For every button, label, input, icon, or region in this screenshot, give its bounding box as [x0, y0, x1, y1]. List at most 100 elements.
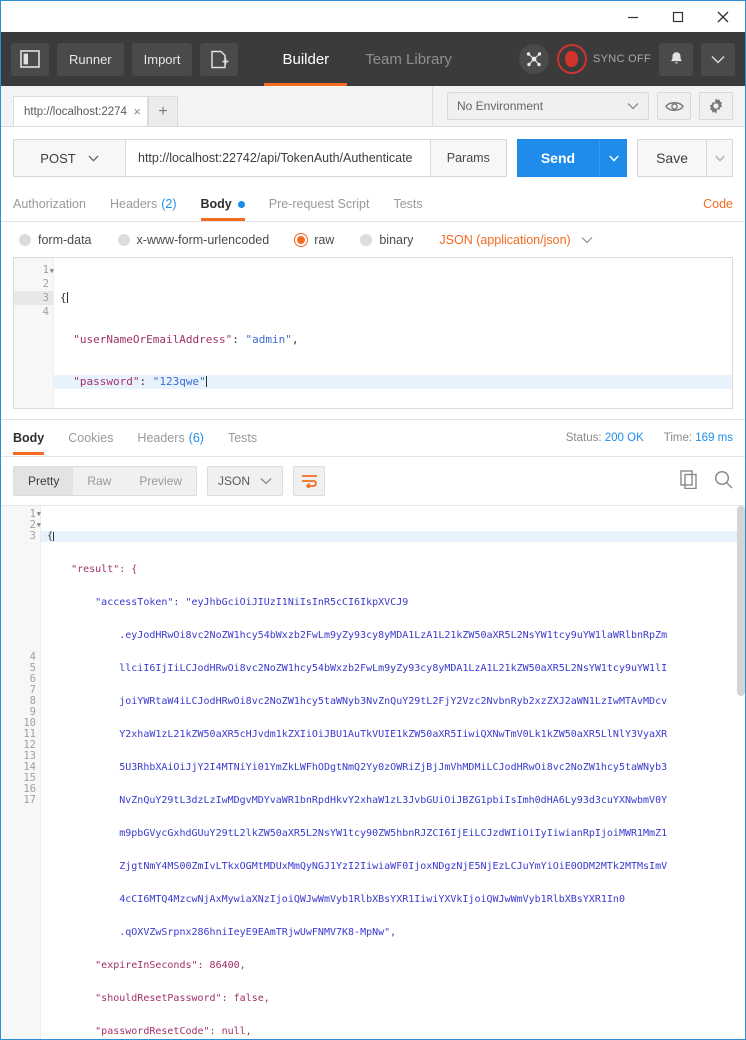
- import-button[interactable]: Import: [131, 42, 193, 76]
- response-view-segmented: Pretty Raw Preview: [13, 466, 198, 496]
- http-method-label: POST: [40, 150, 76, 166]
- body-type-row: form-data x-www-form-urlencoded raw bina…: [1, 222, 745, 257]
- code-line: "accessToken": "eyJhbGciOiJIUzI1NiIsInR5…: [47, 597, 409, 608]
- code-line: Y2xhaW1zL21kZW50aXR5cHJvdm1kZXIiOiJBU1Au…: [47, 729, 668, 740]
- response-tab-tests[interactable]: Tests: [228, 421, 257, 455]
- add-tab-button[interactable]: +: [148, 96, 178, 126]
- radio-binary[interactable]: binary: [360, 233, 413, 247]
- radio-icon: [117, 234, 130, 246]
- toolbar-right-group: SYNC OFF: [518, 42, 735, 76]
- response-body-code[interactable]: { "result": { "accessToken": "eyJhbGciOi…: [41, 506, 737, 1039]
- request-body-editor[interactable]: 1 ▼ 2 3 4 { "userNameOrEmailAddress": "ad…: [13, 257, 733, 409]
- response-tab-headers-count: (6): [188, 431, 204, 445]
- sync-label: SYNC OFF: [592, 53, 651, 65]
- save-button[interactable]: Save: [637, 139, 707, 177]
- search-icon: [714, 470, 733, 489]
- params-button[interactable]: Params: [430, 139, 507, 177]
- line-number: 17: [1, 795, 40, 806]
- tab-builder-label: Builder: [282, 50, 330, 68]
- radio-x-www-form-urlencoded-label: x-www-form-urlencoded: [136, 233, 270, 247]
- environment-quick-look-button[interactable]: [657, 92, 691, 120]
- tab-tests[interactable]: Tests: [393, 187, 422, 221]
- code-line: {: [60, 291, 68, 304]
- view-preview-button[interactable]: Preview: [125, 467, 196, 495]
- response-tab-headers[interactable]: Headers (6): [137, 421, 204, 455]
- tab-pre-request-script[interactable]: Pre-request Script: [269, 187, 370, 221]
- runner-button[interactable]: Runner: [57, 42, 124, 76]
- search-button[interactable]: [714, 470, 733, 492]
- url-input[interactable]: http://localhost:22742/api/TokenAuth/Aut…: [125, 139, 431, 177]
- environment-select[interactable]: No Environment: [447, 92, 649, 120]
- content-type-label: JSON (application/json): [439, 233, 571, 247]
- request-tab[interactable]: http://localhost:22742 ×: [13, 96, 148, 126]
- bell-icon[interactable]: [659, 42, 693, 76]
- tab-pre-request-script-label: Pre-request Script: [268, 197, 370, 211]
- tabstrip-tabs: http://localhost:22742 × +: [1, 86, 433, 126]
- gear-icon: [709, 98, 723, 114]
- tab-team-library[interactable]: Team Library: [347, 32, 470, 86]
- word-wrap-button[interactable]: [293, 466, 326, 496]
- http-method-select[interactable]: POST: [13, 139, 125, 177]
- sync-off-icon: [556, 44, 587, 74]
- tab-body[interactable]: Body: [200, 187, 246, 221]
- status-value: 200 OK: [604, 432, 644, 444]
- sidebar-toggle-button[interactable]: [11, 42, 49, 76]
- send-button[interactable]: Send: [516, 139, 600, 177]
- tab-builder[interactable]: Builder: [264, 32, 347, 86]
- time-badge: Time: 169 ms: [664, 432, 733, 444]
- code-line: .eyJodHRwOi8vc2NoZW1hcy54bWxzb2FwLm9yZy9…: [47, 630, 668, 641]
- copy-icon: [680, 470, 697, 490]
- request-body-code[interactable]: { "userNameOrEmailAddress": "admin", "pa…: [54, 258, 732, 408]
- send-group: Send: [516, 139, 628, 177]
- close-button[interactable]: [700, 1, 745, 32]
- save-label: Save: [656, 150, 688, 166]
- close-icon[interactable]: ×: [133, 104, 141, 119]
- new-tab-button[interactable]: [200, 42, 239, 76]
- response-editor-gutter: 1 ▼ 2 ▼ 3 4 5 6 7 8 9 10 11 12 13 14 15 …: [1, 506, 41, 1039]
- interceptor-icon[interactable]: [518, 44, 549, 74]
- radio-binary-label: binary: [379, 233, 414, 247]
- toolbar-tabs: Builder Team Library: [264, 32, 469, 86]
- pane-splitter[interactable]: [1, 409, 745, 420]
- send-options-button[interactable]: [599, 139, 628, 177]
- save-group: Save: [637, 139, 733, 177]
- radio-x-www-form-urlencoded[interactable]: x-www-form-urlencoded: [117, 233, 270, 247]
- code-line: "result": {: [47, 564, 138, 575]
- code-line: ZjgtNmY4MS00ZmIvLTkxOGMtMDUxMmQyNGJ1YzI2…: [47, 861, 668, 872]
- settings-button[interactable]: [699, 92, 733, 120]
- response-format-select[interactable]: JSON: [207, 466, 284, 496]
- line-number: 1 ▼: [42, 264, 54, 276]
- code-line: joiYWRtaW4iLCJodHRwOi8vc2NoZW1hcy5taWNyb…: [47, 696, 668, 707]
- chevron-down-icon: [627, 103, 639, 110]
- response-scrollbar[interactable]: [737, 506, 745, 1039]
- code-link[interactable]: Code: [703, 197, 733, 211]
- response-body-editor[interactable]: 1 ▼ 2 ▼ 3 4 5 6 7 8 9 10 11 12 13 14 15 …: [1, 505, 745, 1039]
- view-pretty-button[interactable]: Pretty: [14, 467, 74, 495]
- response-tab-cookies[interactable]: Cookies: [68, 421, 113, 455]
- maximize-button[interactable]: [655, 1, 700, 32]
- code-line: "shouldResetPassword": false,: [47, 993, 270, 1004]
- request-section-tabs: Authorization Headers (2) Body Pre-reque…: [1, 187, 745, 222]
- sync-status-button[interactable]: SYNC OFF: [556, 44, 651, 74]
- radio-raw[interactable]: raw: [295, 233, 334, 247]
- runner-label: Runner: [69, 51, 112, 67]
- minimize-button[interactable]: [610, 1, 655, 32]
- view-raw-button[interactable]: Raw: [73, 467, 125, 495]
- radio-icon: [360, 234, 373, 246]
- radio-form-data[interactable]: form-data: [19, 233, 92, 247]
- radio-raw-label: raw: [314, 233, 335, 247]
- copy-button[interactable]: [680, 470, 698, 492]
- body-modified-dot-icon: [237, 200, 245, 208]
- save-options-button[interactable]: [707, 139, 733, 177]
- response-tab-body-label: Body: [13, 431, 45, 445]
- tab-headers-count: (2): [161, 197, 177, 211]
- chevron-down-icon[interactable]: [701, 42, 735, 76]
- response-tab-body[interactable]: Body: [13, 421, 45, 455]
- time-label: Time:: [663, 432, 693, 444]
- code-line: {: [41, 531, 737, 542]
- content-type-select[interactable]: JSON (application/json): [439, 233, 593, 247]
- tab-authorization[interactable]: Authorization: [13, 187, 86, 221]
- environment-label: No Environment: [457, 99, 544, 113]
- code-line: 4cCI6MTQ4MzcwNjAxMywiaXNzIjoiQWJwWmVyb1R…: [47, 894, 625, 905]
- tab-headers[interactable]: Headers (2): [110, 187, 177, 221]
